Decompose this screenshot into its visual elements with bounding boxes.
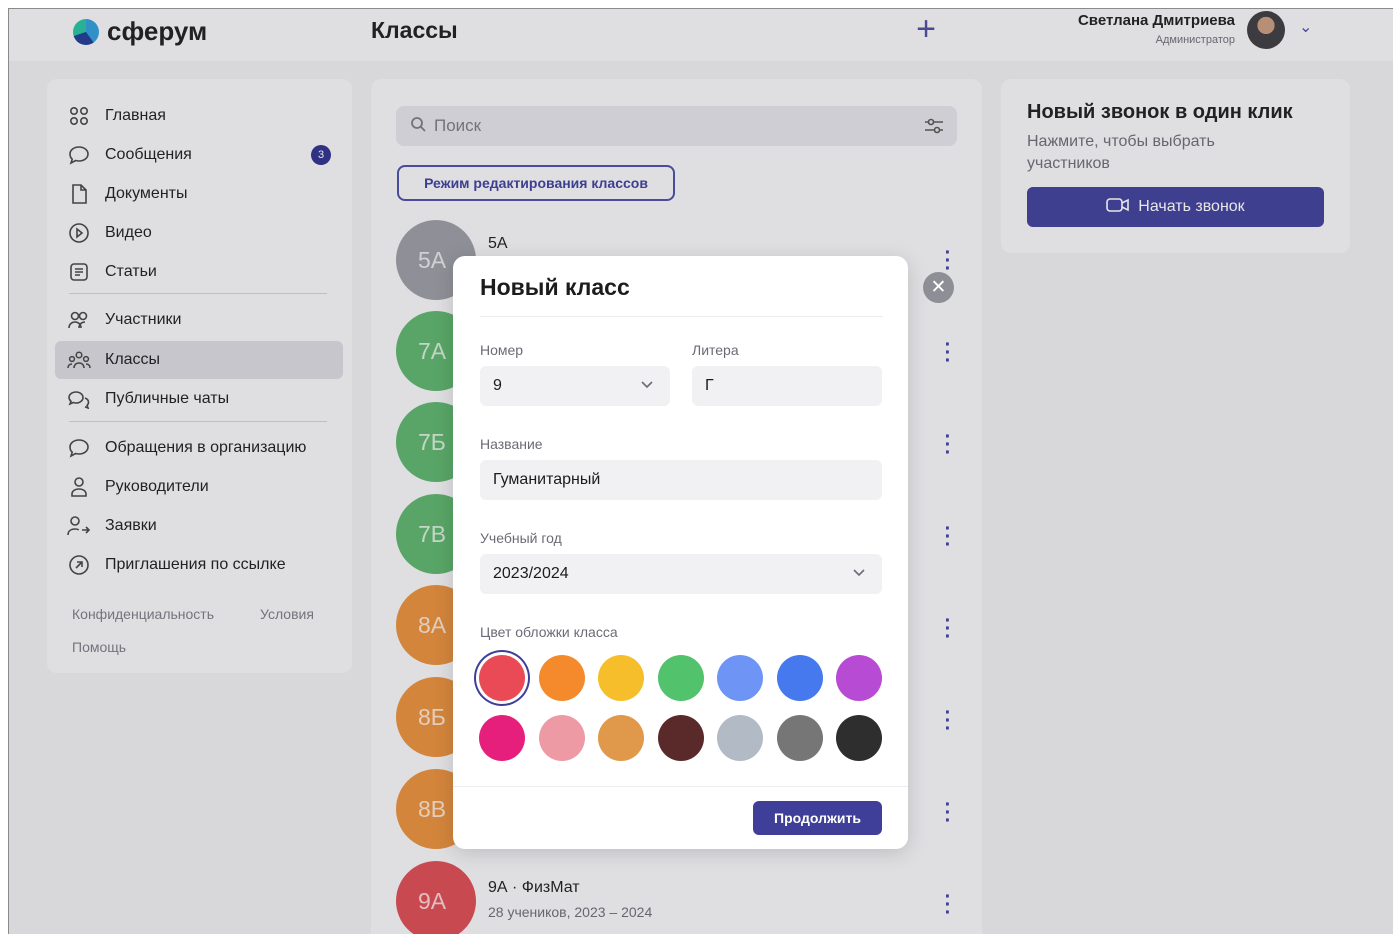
- dialog-title: Новый класс: [480, 274, 630, 300]
- color-swatch[interactable]: [776, 655, 823, 701]
- year-select[interactable]: 2023/2024: [480, 554, 882, 594]
- chevron-down-icon: [850, 563, 868, 586]
- color-swatch[interactable]: [657, 715, 704, 761]
- year-value: 2023/2024: [493, 565, 569, 582]
- number-value: 9: [493, 377, 502, 394]
- divider: [480, 316, 883, 317]
- year-label: Учебный год: [480, 530, 562, 546]
- letter-input[interactable]: Г: [692, 366, 882, 406]
- color-swatch[interactable]: [717, 715, 763, 761]
- number-label: Номер: [480, 342, 524, 358]
- letter-value: Г: [705, 377, 714, 394]
- color-swatch[interactable]: [538, 655, 585, 701]
- letter-label: Литера: [692, 342, 739, 358]
- color-swatch[interactable]: [836, 715, 882, 761]
- color-label: Цвет обложки класса: [480, 624, 618, 640]
- color-swatch[interactable]: [538, 715, 585, 761]
- color-swatch[interactable]: [657, 655, 704, 701]
- continue-button[interactable]: Продолжить: [753, 801, 882, 835]
- name-input[interactable]: Гуманитарный: [480, 460, 882, 500]
- name-label: Название: [480, 436, 543, 452]
- divider: [453, 786, 908, 787]
- app-window: сферум Классы + Светлана Дмитриева Админ…: [8, 8, 1393, 934]
- new-class-dialog: Новый класс Номер 9 Литера Г Название Гу…: [453, 256, 908, 849]
- color-swatch[interactable]: [776, 715, 823, 761]
- color-swatch[interactable]: [479, 655, 525, 701]
- color-swatch[interactable]: [598, 655, 644, 701]
- name-value: Гуманитарный: [493, 471, 601, 488]
- color-swatch[interactable]: [479, 715, 525, 761]
- color-swatch[interactable]: [836, 655, 882, 701]
- chevron-down-icon: [638, 375, 656, 398]
- number-select[interactable]: 9: [480, 366, 670, 406]
- color-swatch[interactable]: [598, 715, 644, 761]
- close-icon[interactable]: ✕: [923, 272, 954, 303]
- color-swatch[interactable]: [717, 655, 763, 701]
